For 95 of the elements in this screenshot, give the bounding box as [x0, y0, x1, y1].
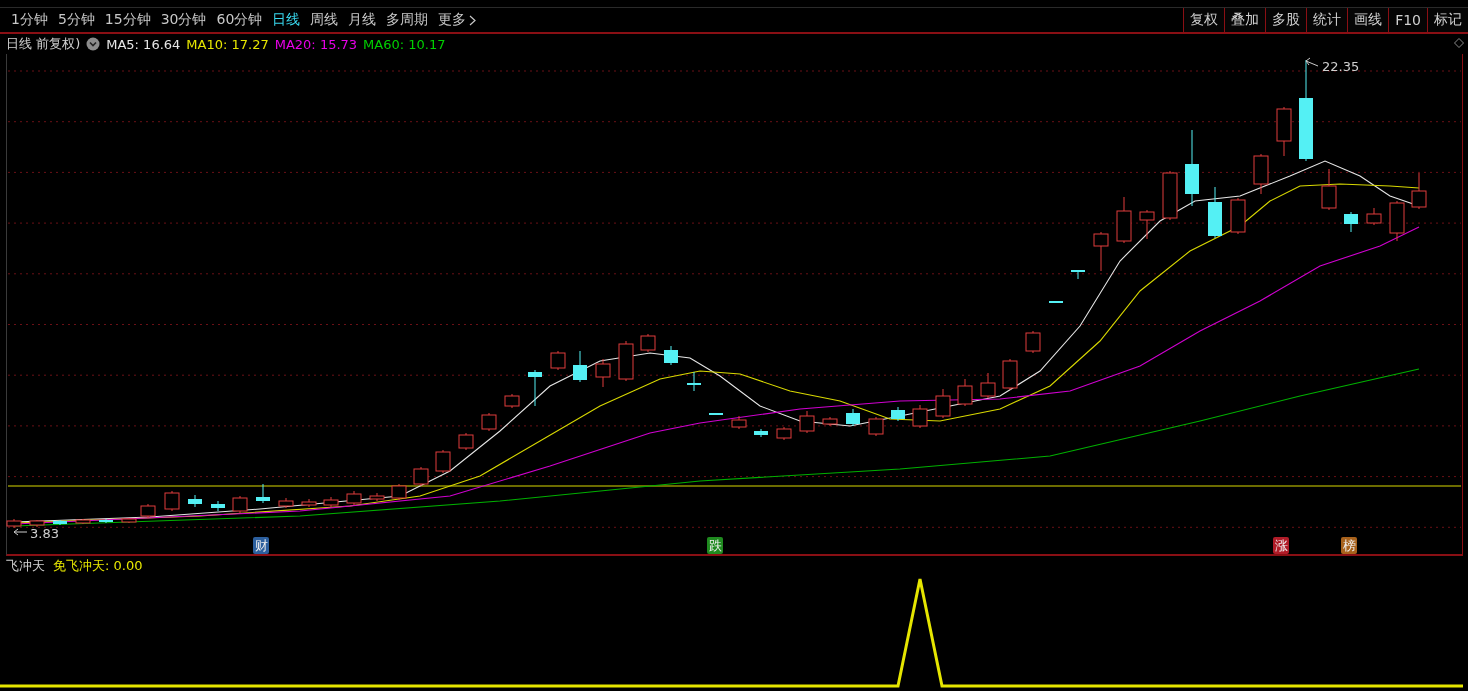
- candlestick: [140, 503, 156, 519]
- period-tab[interactable]: 日线: [267, 11, 306, 29]
- period-tab[interactable]: 周线: [305, 11, 344, 29]
- candlestick: [1366, 207, 1382, 226]
- event-marker[interactable]: 涨: [1273, 537, 1289, 554]
- candlestick: [301, 498, 317, 508]
- candlestick: [1389, 200, 1405, 242]
- candlestick: [481, 412, 497, 432]
- toolbar-button[interactable]: F10: [1388, 8, 1427, 32]
- period-tab[interactable]: 更多: [433, 11, 482, 29]
- candlestick: [980, 372, 996, 399]
- candlestick: [53, 519, 67, 526]
- indicator-value: 免飞冲天: 0.00: [53, 557, 143, 575]
- candlestick: [912, 404, 928, 429]
- candlestick: [595, 358, 611, 388]
- candlestick: [413, 466, 429, 487]
- toolbar-button[interactable]: 标记: [1427, 8, 1468, 32]
- period-tab[interactable]: 60分钟: [211, 11, 268, 29]
- candlestick: [391, 483, 407, 501]
- candlestick: [1139, 209, 1155, 240]
- high-price-label: 22.35: [1322, 59, 1360, 74]
- candlestick: [346, 490, 362, 506]
- candlestick: [528, 369, 542, 407]
- toolbar-button[interactable]: 统计: [1306, 8, 1348, 32]
- event-marker[interactable]: 榜: [1341, 537, 1357, 554]
- moving-average-value: MA5: 16.64: [106, 36, 181, 52]
- candlestick: [1253, 153, 1269, 195]
- candlestick: [121, 517, 137, 524]
- candlestick: [1025, 330, 1041, 354]
- period-tab[interactable]: 月线: [343, 11, 382, 29]
- candlestick: [1049, 300, 1063, 304]
- moving-average-value: MA10: 17.27: [186, 36, 269, 52]
- event-marker[interactable]: 财: [253, 537, 269, 554]
- candlestick: [504, 393, 520, 409]
- event-marker[interactable]: 跌: [707, 537, 723, 554]
- candlestick: [957, 378, 973, 407]
- candlestick: [1071, 269, 1085, 280]
- candlestick: [323, 496, 339, 508]
- candlestick: [278, 497, 294, 509]
- dropdown-icon[interactable]: [86, 37, 101, 51]
- candlestick: [99, 518, 113, 524]
- candlestick: [1162, 170, 1178, 221]
- candlestick: [1002, 358, 1018, 391]
- candlestick: [75, 518, 91, 525]
- candlestick: [935, 388, 951, 419]
- candlestick: [458, 432, 474, 451]
- candlestick: [846, 408, 860, 427]
- candlestick: [232, 495, 248, 514]
- candlestick: [799, 410, 815, 434]
- candlestick: [1411, 172, 1427, 210]
- candlestick: [1321, 168, 1337, 211]
- chevron-right-icon: [469, 14, 477, 26]
- candlestick: [211, 500, 225, 512]
- candlestick: [891, 406, 905, 422]
- period-tab[interactable]: 30分钟: [155, 11, 212, 29]
- candlestick: [29, 519, 45, 528]
- candlestick: [6, 518, 22, 529]
- toolbar-button[interactable]: 叠加: [1224, 8, 1266, 32]
- leader-line: [13, 528, 28, 536]
- candlestick: [369, 492, 385, 502]
- candlestick: [1230, 197, 1246, 235]
- candlestick: [1276, 106, 1292, 157]
- low-price-label: 3.83: [30, 526, 59, 541]
- candlestick: [618, 340, 634, 382]
- candlestick: [1208, 186, 1222, 239]
- moving-average-value: MA20: 15.73: [274, 36, 358, 52]
- candlestick: [550, 350, 566, 371]
- period-tab[interactable]: 5分钟: [52, 11, 100, 29]
- candlestick: [868, 416, 884, 437]
- toolbar-button[interactable]: 画线: [1347, 8, 1389, 32]
- candlestick: [188, 494, 202, 508]
- period-tab[interactable]: 15分钟: [99, 11, 156, 29]
- period-tab[interactable]: 1分钟: [6, 11, 53, 29]
- leader-line: [1305, 57, 1319, 67]
- candlestick: [640, 333, 656, 353]
- candlestick: [1344, 211, 1358, 233]
- period-tab[interactable]: 多周期: [381, 11, 434, 29]
- candlestick: [664, 345, 678, 366]
- indicator-name: 飞冲天: [6, 557, 45, 575]
- candlestick: [731, 415, 747, 430]
- chart-title: 日线 前复权): [6, 35, 81, 53]
- candlestick: [1116, 196, 1132, 244]
- toolbar-button[interactable]: 多股: [1265, 8, 1307, 32]
- toolbar-button[interactable]: 复权: [1183, 8, 1225, 32]
- candlestick: [1093, 231, 1109, 272]
- candlestick: [822, 416, 838, 427]
- candlestick: [256, 483, 270, 504]
- candlestick: [164, 490, 180, 512]
- candlestick: [709, 412, 723, 416]
- candlestick: [573, 350, 587, 383]
- candlestick: [754, 428, 768, 438]
- candlestick: [687, 371, 701, 392]
- candlestick: [776, 426, 792, 441]
- moving-average-value: MA60: 10.17: [363, 36, 446, 52]
- candlestick: [435, 449, 451, 474]
